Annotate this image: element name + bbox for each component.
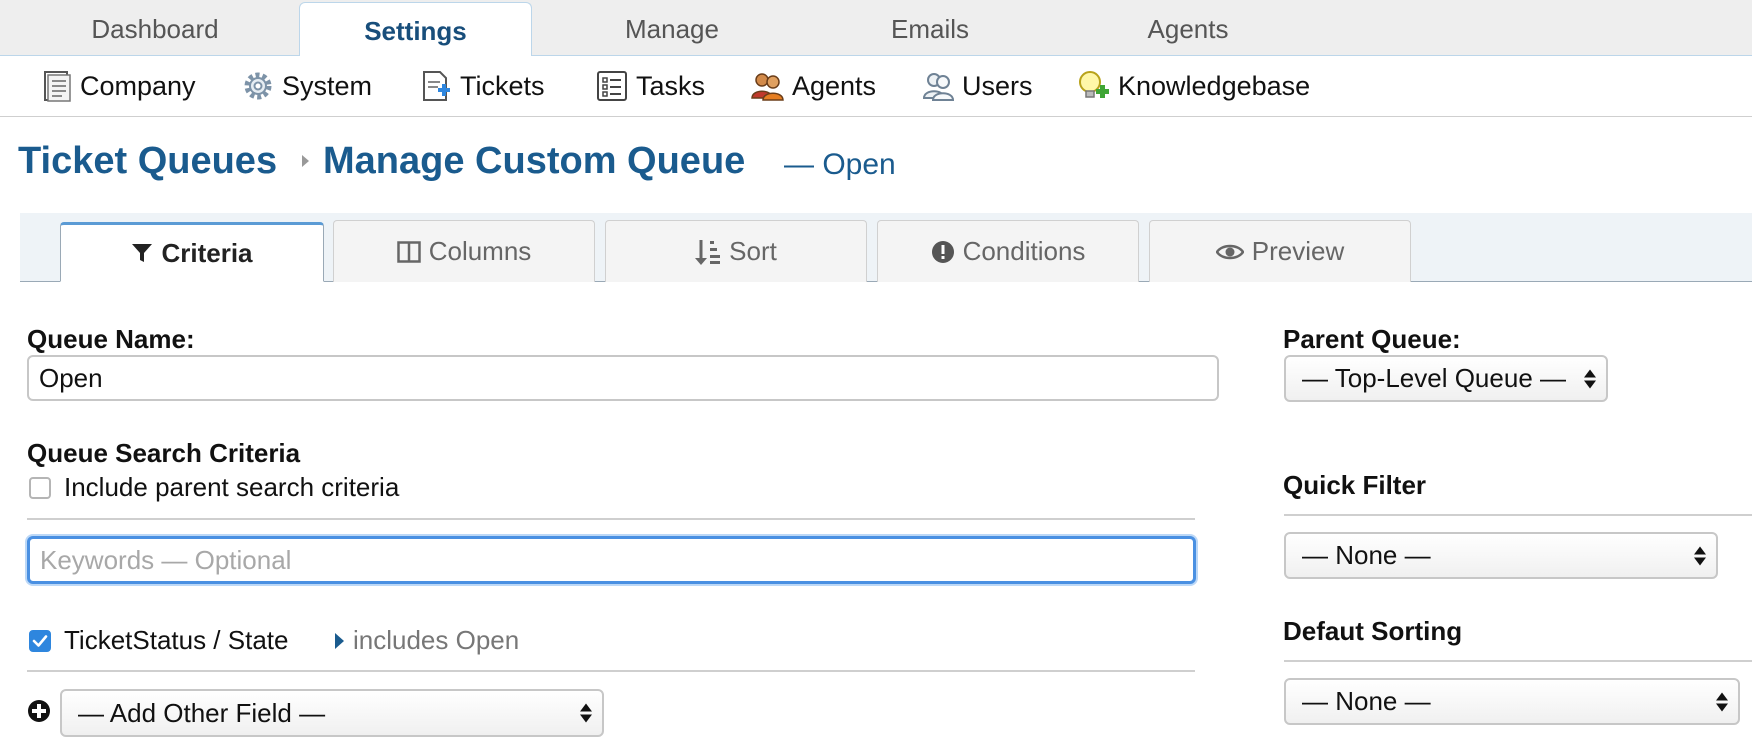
parent-queue-label: Parent Queue:: [1283, 324, 1461, 354]
search-criteria-heading: Queue Search Criteria: [27, 438, 301, 468]
top-tab-manage[interactable]: Manage: [557, 0, 787, 55]
company-icon: [44, 71, 71, 102]
page-title: Manage Custom Queue: [323, 140, 746, 182]
agents-icon: [751, 73, 784, 101]
include-parent-label: Include parent search criteria: [64, 472, 400, 502]
parent-queue-select[interactable]: — Top-Level Queue —: [1284, 355, 1608, 402]
add-other-field-select[interactable]: — Add Other Field —: [60, 689, 604, 737]
page-subtitle: — Open: [784, 148, 896, 181]
tab-sort[interactable]: Sort: [605, 220, 867, 282]
subnav-company[interactable]: Company: [42, 56, 196, 116]
ticket-status-checkbox[interactable]: [29, 630, 51, 652]
ticket-icon: [423, 71, 450, 101]
quick-filter-label: Quick Filter: [1283, 470, 1427, 500]
subnav-agents[interactable]: Agents: [750, 56, 876, 116]
columns-icon: [396, 240, 421, 263]
quick-filter-value: — None —: [1302, 540, 1431, 570]
include-parent-checkbox[interactable]: [29, 477, 51, 499]
tab-conditions[interactable]: Conditions: [877, 220, 1139, 282]
select-arrows-icon: [580, 703, 592, 723]
expand-caret-icon[interactable]: [335, 633, 344, 649]
subnav-agents-label: Agents: [792, 70, 877, 101]
sort-icon: [695, 239, 721, 265]
top-tab-emails[interactable]: Emails: [815, 0, 1045, 55]
subnav-tickets-label: Tickets: [460, 70, 545, 101]
tasks-icon: [597, 71, 627, 101]
default-sorting-label: Defaut Sorting: [1283, 616, 1463, 646]
eye-icon: [1215, 244, 1244, 259]
subnav-users[interactable]: Users: [922, 56, 1033, 116]
divider: [27, 518, 1195, 520]
parent-queue-value: — Top-Level Queue —: [1302, 363, 1566, 393]
criteria-field-label: TicketStatus / State: [64, 625, 289, 655]
divider: [1284, 660, 1752, 662]
tab-columns-label: Columns: [428, 236, 532, 266]
top-tab-dashboard[interactable]: Dashboard: [40, 0, 270, 55]
settings-sub-navigation: Company System Tickets Tasks Agents User…: [0, 56, 1752, 117]
subnav-knowledgebase[interactable]: Knowledgebase: [1076, 56, 1310, 116]
exclamation-icon: [931, 240, 954, 263]
queue-name-label: Queue Name:: [27, 324, 195, 354]
filter-icon: [132, 244, 153, 262]
keywords-search-input[interactable]: [27, 536, 1196, 584]
select-arrows-icon: [1716, 692, 1728, 711]
breadcrumb-separator-icon: [302, 155, 309, 167]
users-icon: [922, 73, 954, 101]
queue-name-input[interactable]: [27, 355, 1219, 401]
divider: [27, 670, 1195, 672]
divider: [1284, 514, 1752, 516]
criteria-summary[interactable]: includes Open: [353, 625, 519, 656]
subnav-system-label: System: [282, 70, 373, 101]
tab-criteria[interactable]: Criteria: [60, 222, 324, 282]
select-arrows-icon: [1584, 369, 1596, 388]
add-other-field-value: — Add Other Field —: [78, 697, 326, 728]
select-arrows-icon: [1694, 546, 1706, 565]
top-navigation: Dashboard Settings Manage Emails Agents: [0, 0, 1752, 57]
default-sorting-value: — None —: [1302, 686, 1431, 716]
subnav-system[interactable]: System: [242, 56, 372, 116]
tab-columns[interactable]: Columns: [333, 220, 595, 282]
top-tab-agents[interactable]: Agents: [1073, 0, 1303, 55]
subnav-company-label: Company: [80, 70, 196, 101]
default-sorting-select[interactable]: — None —: [1284, 678, 1740, 725]
tab-conditions-label: Conditions: [962, 236, 1086, 266]
subnav-tasks[interactable]: Tasks: [596, 56, 705, 116]
subnav-users-label: Users: [962, 70, 1033, 101]
checkmark-icon: [32, 635, 48, 647]
knowledgebase-icon: [1079, 71, 1109, 98]
gear-icon: [244, 72, 272, 100]
subnav-tickets[interactable]: Tickets: [420, 56, 545, 116]
subnav-knowledgebase-label: Knowledgebase: [1118, 70, 1311, 101]
tab-sort-label: Sort: [729, 236, 777, 266]
quick-filter-select[interactable]: — None —: [1284, 532, 1718, 579]
top-tab-settings[interactable]: Settings: [299, 2, 532, 57]
tab-preview[interactable]: Preview: [1149, 220, 1411, 282]
tab-preview-label: Preview: [1251, 236, 1345, 266]
add-circle-icon: [28, 700, 50, 722]
subnav-tasks-label: Tasks: [636, 70, 706, 101]
tab-criteria-label: Criteria: [161, 237, 253, 268]
breadcrumb-parent-link[interactable]: Ticket Queues: [18, 140, 277, 183]
